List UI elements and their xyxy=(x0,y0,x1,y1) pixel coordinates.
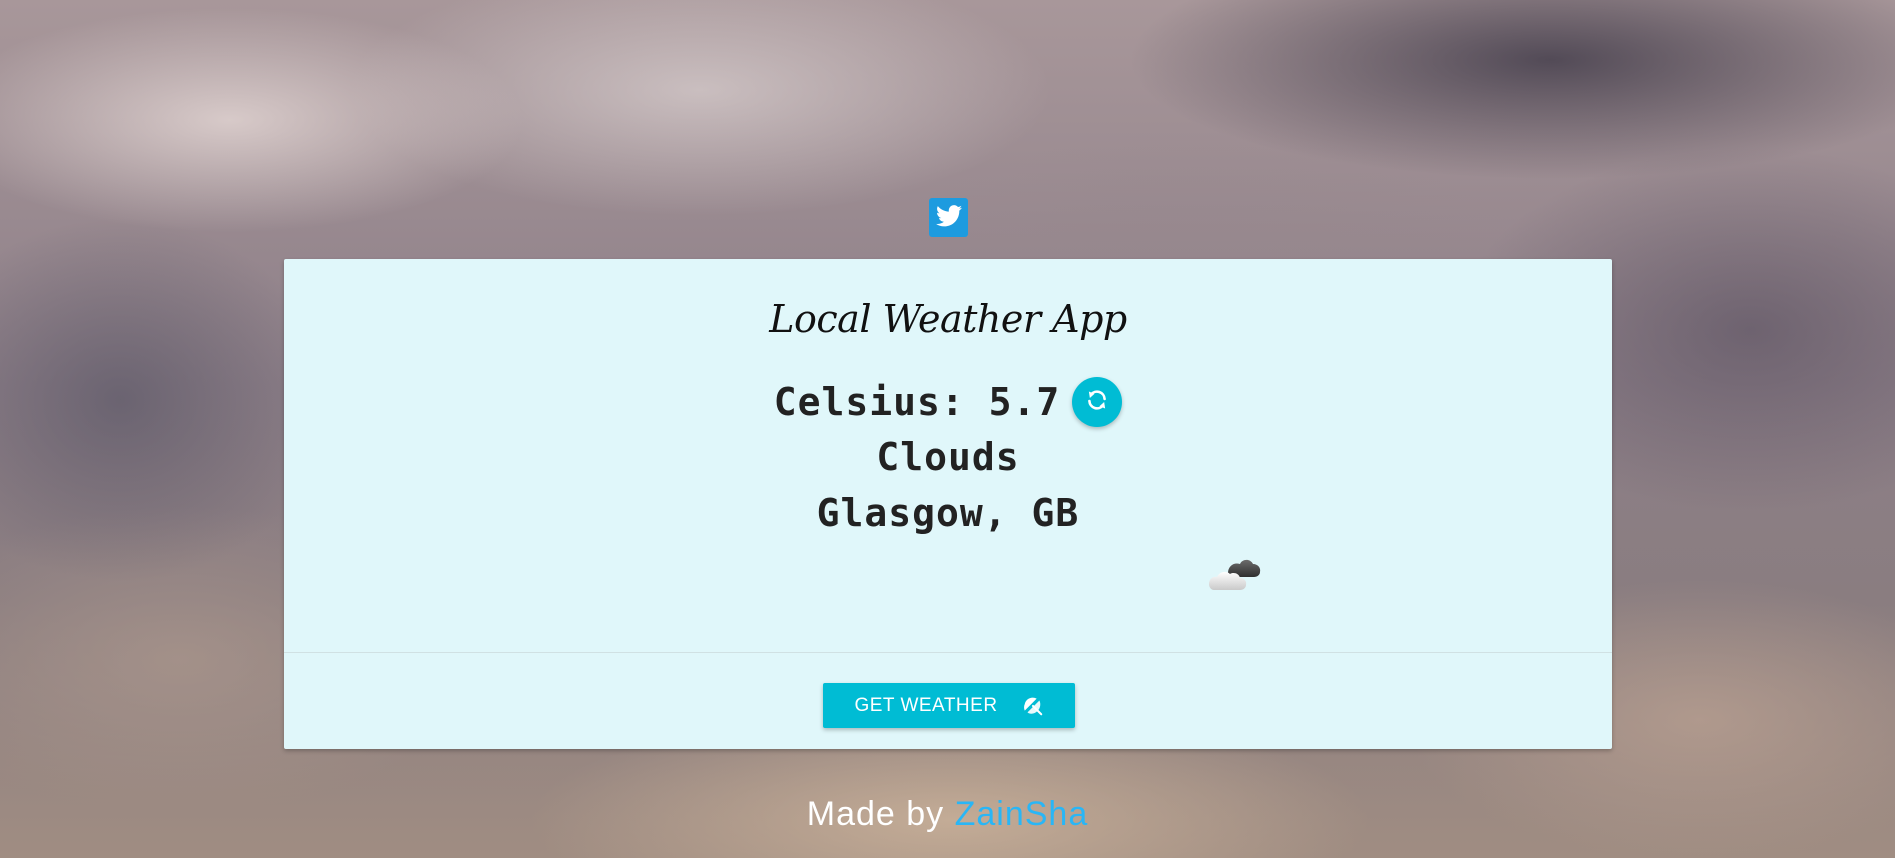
weather-condition: Clouds xyxy=(876,435,1020,479)
temperature-row: Celsius: 5.7 xyxy=(284,377,1612,427)
get-weather-button[interactable]: GET WEATHER xyxy=(823,683,1075,728)
twitter-icon xyxy=(935,204,962,231)
temperature-reading: Celsius: 5.7 xyxy=(773,380,1061,424)
app-title: Local Weather App xyxy=(769,297,1127,341)
get-weather-label: GET WEATHER xyxy=(854,694,998,716)
author-link[interactable]: ZainSha xyxy=(955,795,1089,833)
card-content: Local Weather App Celsius: 5.7 Clouds Gl… xyxy=(284,259,1612,652)
card-divider xyxy=(284,652,1612,653)
weather-card: Local Weather App Celsius: 5.7 Clouds Gl… xyxy=(284,259,1612,749)
footer-prefix: Made by xyxy=(806,795,955,833)
umbrella-beach-icon xyxy=(1022,695,1044,717)
toggle-unit-button[interactable] xyxy=(1072,377,1123,427)
cloud-icon xyxy=(1206,553,1262,593)
twitter-share-button[interactable] xyxy=(929,198,968,237)
footer-credit: Made by ZainSha xyxy=(0,795,1895,834)
weather-location: Glasgow, GB xyxy=(816,491,1080,535)
refresh-icon xyxy=(1084,387,1110,417)
